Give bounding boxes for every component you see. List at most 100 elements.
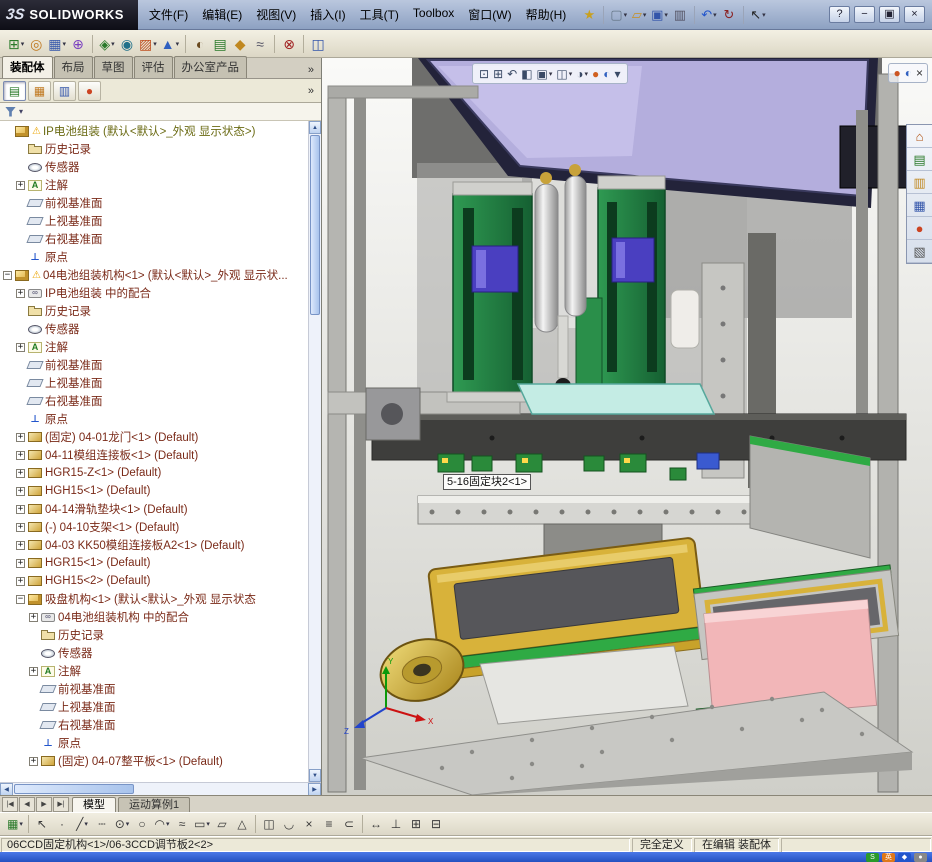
open-icon[interactable]: ▱ ▾ [629, 4, 649, 26]
grid-snap-icon[interactable]: ⊞ [406, 814, 426, 834]
view-orientation-icon[interactable]: ▣ ▾ [537, 68, 553, 80]
tree-item[interactable]: 历史记录 [0, 626, 308, 644]
expand-toggle[interactable]: + [29, 756, 38, 766]
tree-item[interactable]: + IP电池组装 中的配合 [0, 284, 308, 302]
tree-item[interactable]: + HGR15<1> (Default) [0, 554, 308, 572]
select-icon[interactable]: ↖ ▾ [748, 4, 768, 26]
tree-hscrollbar[interactable]: ◀ ▶ [0, 782, 321, 796]
tabs-overflow-chevron[interactable]: » [303, 64, 319, 78]
view-settings-icon[interactable]: ▾ [615, 68, 621, 80]
file-explorer-icon[interactable]: ▥ [907, 171, 932, 194]
ime-tray-icon[interactable]: 英 [882, 852, 895, 862]
appearance-ball-icon[interactable]: ● [893, 67, 900, 79]
assembly-features-icon[interactable]: ▨ ▾ [137, 32, 159, 56]
mate-icon[interactable]: ◎ [26, 32, 46, 56]
tree-item[interactable]: +04-03 KK50模组连接板A2<1> (Default) [0, 536, 308, 554]
menu-toolbox[interactable]: Toolbox [406, 3, 461, 26]
reference-geometry-icon[interactable]: ▲ ▾ [159, 32, 181, 56]
tree-item[interactable]: + (固定) 04-01龙门<1> (Default) [0, 428, 308, 446]
smart-dimension-icon[interactable]: ↔ [366, 814, 386, 834]
vertical-module-right[interactable] [597, 175, 666, 387]
undo-icon[interactable]: ↶ ▾ [699, 4, 719, 26]
help-button[interactable]: ? [829, 6, 850, 23]
window-select-icon[interactable]: ◫ [308, 32, 328, 56]
tab-evaluate[interactable]: 评估 [133, 56, 173, 78]
linear-component-pattern-icon[interactable]: ▦ ▾ [46, 32, 68, 56]
convert-entities-icon[interactable]: ⊂ [339, 814, 359, 834]
dropdown-caret-icon[interactable]: ▾ [713, 11, 717, 19]
menu-edit[interactable]: 编辑(E) [195, 3, 249, 26]
show-hidden-components-icon[interactable]: ◉ [117, 32, 137, 56]
tree-item[interactable]: +04电池组装机构 中的配合 [0, 608, 308, 626]
next-tab-button[interactable]: ▶ [36, 797, 52, 812]
expand-toggle[interactable]: + [29, 612, 38, 622]
arc-tool-icon[interactable]: ◠ ▾ [152, 814, 172, 834]
previous-view-icon[interactable]: ↶ [507, 68, 517, 80]
vscroll-thumb[interactable] [310, 135, 320, 315]
tree-item[interactable]: 原点 [0, 734, 308, 752]
tab-assembly[interactable]: 装配体 [2, 56, 53, 78]
tab-model[interactable]: 模型 [72, 797, 116, 813]
pick-plate[interactable] [516, 383, 716, 415]
polygon-tool-icon[interactable]: △ [232, 814, 252, 834]
scroll-down-arrow[interactable]: ▼ [309, 769, 321, 782]
add-relation-icon[interactable]: ⊥ [386, 814, 406, 834]
pin-icon[interactable]: ★ [579, 4, 599, 26]
expand-toggle[interactable]: + [16, 540, 25, 550]
parallelogram-tool-icon[interactable]: ▱ [212, 814, 232, 834]
tree-item[interactable]: 传感器 [0, 158, 308, 176]
dropdown-caret-icon[interactable]: ▾ [21, 40, 25, 48]
expand-toggle[interactable]: − [3, 270, 12, 280]
expand-toggle[interactable]: + [16, 522, 25, 532]
section-view-icon[interactable]: ◧ [521, 68, 532, 80]
close-button[interactable]: × [904, 6, 925, 23]
vscroll-track[interactable] [309, 316, 321, 769]
dropdown-caret-icon[interactable]: ▾ [84, 820, 88, 828]
display-style-icon[interactable]: ◫ ▾ [556, 68, 572, 80]
print-icon[interactable]: ▥ [670, 4, 690, 26]
expand-toggle[interactable]: + [16, 342, 25, 352]
menu-file[interactable]: 文件(F) [142, 3, 195, 26]
tree-item[interactable]: 传感器 [0, 644, 308, 662]
menu-help[interactable]: 帮助(H) [519, 3, 574, 26]
expand-toggle[interactable]: + [16, 450, 25, 460]
property-manager-icon[interactable]: ▦ [28, 80, 51, 101]
tree-item[interactable]: + HGH15<1> (Default) [0, 482, 308, 500]
appearances-icon[interactable]: ● [907, 217, 932, 240]
tree-item[interactable]: + HGH15<2> (Default) [0, 572, 308, 590]
dropdown-caret-icon[interactable]: ▾ [585, 70, 589, 78]
tree-item[interactable]: 原点 [0, 248, 308, 266]
expand-toggle[interactable]: + [16, 288, 25, 298]
feature-manager-icon[interactable]: ▤ [3, 80, 26, 101]
save-icon[interactable]: ▣ ▾ [649, 4, 670, 26]
point-tool-icon[interactable]: · [52, 814, 72, 834]
tray-icon-blue[interactable]: ◆ [898, 852, 911, 862]
scene-icon[interactable]: ◐ [905, 67, 912, 79]
tree-item[interactable]: 传感器 [0, 320, 308, 338]
tree-vscrollbar[interactable]: ▲ ▼ [308, 121, 321, 782]
exploded-view-icon[interactable]: ◆ [230, 32, 250, 56]
zoom-fit-icon[interactable]: ⊡ [479, 68, 489, 80]
explode-line-sketch-icon[interactable]: ≈ [250, 32, 270, 56]
ellipse-tool-icon[interactable]: ○ [132, 814, 152, 834]
tab-office-products[interactable]: 办公室产品 [173, 56, 247, 78]
mirror-entities-icon[interactable]: ◫ [259, 814, 279, 834]
smart-fasteners-icon[interactable]: ⊕ [68, 32, 88, 56]
insert-components-icon[interactable]: ⊞ ▾ [6, 32, 26, 56]
apply-scene-icon[interactable]: ◐ [603, 68, 610, 80]
pane-close-icon[interactable]: × [916, 67, 923, 79]
menu-view[interactable]: 视图(V) [249, 3, 303, 26]
minimize-button[interactable]: − [854, 6, 875, 23]
vertical-module-left[interactable] [446, 181, 539, 403]
tree-item[interactable]: + 注解 [0, 662, 308, 680]
tab-layout[interactable]: 布局 [53, 56, 93, 78]
expand-toggle[interactable]: + [29, 666, 38, 676]
tree-item[interactable]: +04-14滑轨垫块<1> (Default) [0, 500, 308, 518]
dropdown-caret-icon[interactable]: ▾ [624, 11, 628, 19]
scene-svg[interactable]: X Y Z [322, 58, 932, 795]
home-icon[interactable]: ⌂ [907, 125, 932, 148]
zoom-area-icon[interactable]: ⊞ [493, 68, 503, 80]
restore-button[interactable]: ▣ [879, 6, 900, 23]
offset-entities-icon[interactable]: ≡ [319, 814, 339, 834]
hscroll-thumb[interactable] [14, 784, 134, 794]
